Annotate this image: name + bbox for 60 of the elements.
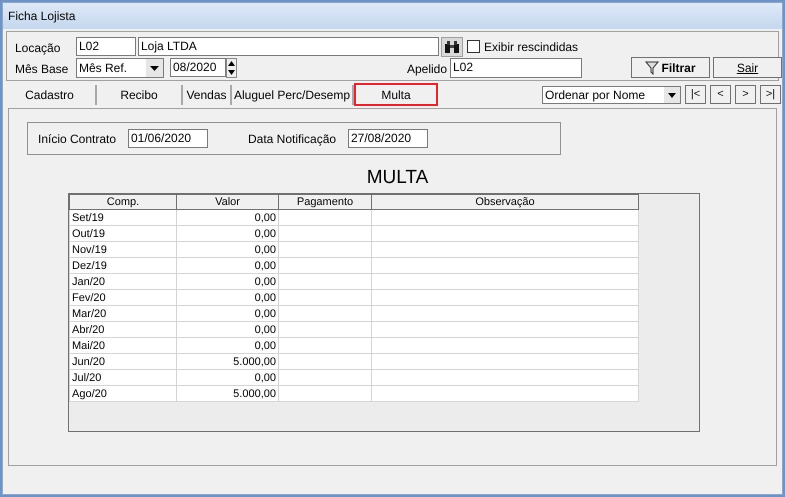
funnel-icon bbox=[645, 60, 660, 74]
column-header: Comp. bbox=[70, 194, 176, 210]
table-cell: Jun/20 bbox=[70, 354, 176, 370]
location-name-field[interactable]: Loja LTDA bbox=[138, 37, 439, 56]
table-cell: Dez/19 bbox=[70, 258, 176, 274]
tab[interactable]: Cadastro bbox=[4, 84, 97, 104]
table-cell: 0,00 bbox=[176, 274, 278, 290]
filter-button[interactable]: Filtrar bbox=[631, 57, 710, 78]
nickname-field[interactable]: L02 bbox=[450, 58, 582, 78]
month-field[interactable]: 08/2020 bbox=[170, 58, 226, 77]
column-header: Pagamento bbox=[278, 194, 372, 210]
table-cell: 0,00 bbox=[176, 338, 278, 354]
field-label: Início Contrato bbox=[38, 130, 118, 148]
table-cell: 0,00 bbox=[176, 306, 278, 322]
navigation-button[interactable]: >| bbox=[760, 85, 781, 104]
field-label: Mês Base bbox=[15, 61, 70, 78]
table-cell: 5.000,00 bbox=[176, 386, 278, 402]
binoculars-icon bbox=[444, 40, 460, 52]
sort-select[interactable]: Ordenar por Nome bbox=[542, 86, 681, 104]
exit-button[interactable]: Sair bbox=[713, 57, 782, 78]
tab[interactable]: Aluguel Perc/Desemp bbox=[232, 84, 354, 104]
table-cell: Out/19 bbox=[70, 226, 176, 242]
field-label: Apelido bbox=[407, 61, 448, 78]
column-header: Valor bbox=[176, 194, 278, 210]
field-label: Locação bbox=[15, 40, 62, 57]
column-header: Observação bbox=[372, 194, 638, 210]
section-title: MULTA bbox=[366, 166, 428, 190]
table-cell: Nov/19 bbox=[70, 242, 176, 258]
table-cell: 0,00 bbox=[176, 210, 278, 226]
table-cell: Jul/20 bbox=[70, 370, 176, 386]
table-cell: 0,00 bbox=[176, 258, 278, 274]
table-cell: 0,00 bbox=[176, 290, 278, 306]
table-cell: Abr/20 bbox=[70, 322, 176, 338]
window-title: Ficha Lojista bbox=[8, 8, 76, 25]
checkbox[interactable] bbox=[467, 40, 480, 53]
table-cell: 0,00 bbox=[176, 322, 278, 338]
table-cell: 0,00 bbox=[176, 226, 278, 242]
table-cell: Ago/20 bbox=[70, 386, 176, 402]
search-button[interactable] bbox=[441, 36, 463, 56]
tab[interactable]: Multa bbox=[354, 83, 438, 106]
tab[interactable]: Vendas bbox=[183, 84, 232, 104]
start-date-field[interactable]: 01/06/2020 bbox=[128, 129, 208, 148]
spinner-icon[interactable] bbox=[226, 58, 237, 78]
table-cell: Mar/20 bbox=[70, 306, 176, 322]
table-cell: 5.000,00 bbox=[176, 354, 278, 370]
navigation-button[interactable]: > bbox=[735, 85, 756, 104]
location-code-field[interactable]: L02 bbox=[76, 37, 136, 56]
table-cell: Jan/20 bbox=[70, 274, 176, 290]
table-cell: Fev/20 bbox=[70, 290, 176, 306]
field-label: Data Notificação bbox=[248, 130, 338, 148]
table-cell: Set/19 bbox=[70, 210, 176, 226]
checkbox-label: Exibir rescindidas bbox=[484, 38, 578, 56]
table-cell: 0,00 bbox=[176, 242, 278, 258]
month-base-select[interactable]: Mês Ref. bbox=[76, 58, 164, 78]
table-cell: 0,00 bbox=[176, 370, 278, 386]
tab[interactable]: Recibo bbox=[97, 84, 183, 104]
notification-date-field[interactable]: 27/08/2020 bbox=[348, 129, 428, 148]
navigation-button[interactable]: < bbox=[710, 85, 731, 104]
navigation-button[interactable]: |< bbox=[685, 85, 706, 104]
table-cell: Mai/20 bbox=[70, 338, 176, 354]
